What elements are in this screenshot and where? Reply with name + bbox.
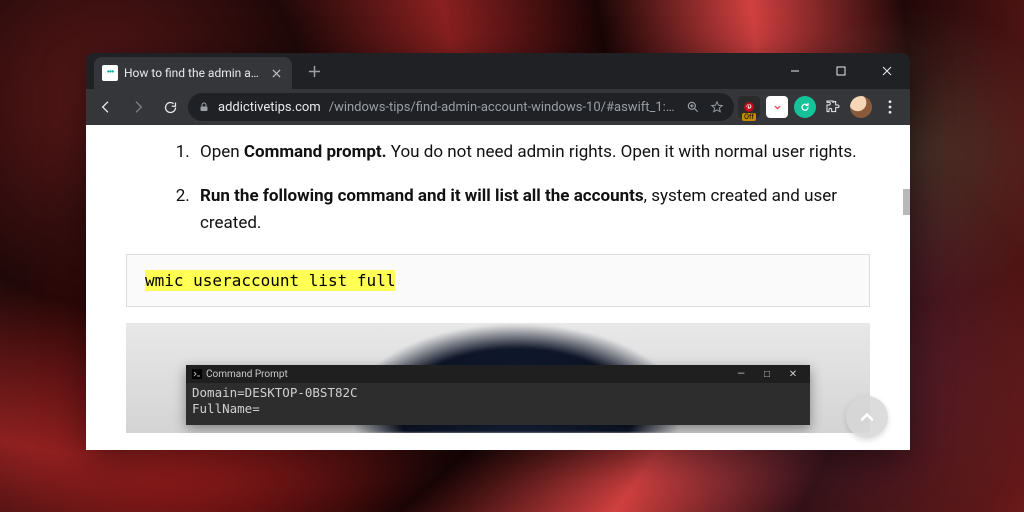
url-path: /windows-tips/find-admin-account-windows… <box>329 100 678 115</box>
maximize-button[interactable] <box>818 53 864 89</box>
page-content: Open Command prompt. You do not need adm… <box>86 125 910 450</box>
step-2-lead: Run the following command and it will li… <box>200 186 644 206</box>
active-tab[interactable]: ••• How to find the admin account o <box>94 57 292 89</box>
step-1-lead: Command prompt. <box>244 142 387 162</box>
cmd-maximize-icon: □ <box>756 369 778 380</box>
cmd-line-1: Domain=DESKTOP-0BST82C <box>192 385 804 401</box>
command-prompt-title: Command Prompt <box>206 369 288 380</box>
back-button[interactable] <box>92 93 120 121</box>
reload-button[interactable] <box>156 93 184 121</box>
close-window-button[interactable] <box>864 53 910 89</box>
chrome-window: ••• How to find the admin account o <box>86 53 910 450</box>
scroll-to-top-button[interactable] <box>846 396 888 438</box>
tab-strip: ••• How to find the admin account o <box>86 53 772 89</box>
command-prompt-titlebar: Command Prompt — □ ✕ <box>186 365 810 383</box>
favicon-icon: ••• <box>102 65 118 81</box>
step-1-prefix: Open <box>200 142 244 162</box>
titlebar: ••• How to find the admin account o <box>86 53 910 89</box>
command-prompt-icon <box>192 369 202 379</box>
chrome-menu-button[interactable] <box>878 100 902 114</box>
url-host: addictivetips.com <box>218 100 321 115</box>
profile-avatar[interactable] <box>850 96 872 118</box>
zoom-icon[interactable] <box>686 100 700 114</box>
code-block[interactable]: wmic useraccount list full <box>126 254 870 307</box>
cmd-minimize-icon: — <box>730 369 752 380</box>
extensions-menu-icon[interactable] <box>822 96 844 118</box>
address-bar[interactable]: addictivetips.com/windows-tips/find-admi… <box>188 93 734 121</box>
tab-title: How to find the admin account o <box>124 66 262 80</box>
cmd-line-2: FullName= <box>192 401 804 417</box>
close-tab-icon[interactable] <box>268 65 284 81</box>
scrollbar-thumb[interactable] <box>903 189 910 215</box>
screenshot-figure: Command Prompt — □ ✕ Domain=DESKTOP-0BST… <box>126 323 870 433</box>
step-1: Open Command prompt. You do not need adm… <box>194 139 862 165</box>
cmd-close-icon: ✕ <box>782 369 804 380</box>
scrollbar-track[interactable] <box>903 125 910 450</box>
article-body: Open Command prompt. You do not need adm… <box>86 125 910 236</box>
lock-icon <box>198 101 210 113</box>
bookmark-star-icon[interactable] <box>710 100 724 114</box>
extension-grammarly-icon[interactable] <box>794 96 816 118</box>
window-controls <box>772 53 910 89</box>
step-2: Run the following command and it will li… <box>194 183 862 236</box>
command-prompt-window: Command Prompt — □ ✕ Domain=DESKTOP-0BST… <box>186 365 810 425</box>
command-prompt-output: Domain=DESKTOP-0BST82C FullName= <box>186 383 810 418</box>
minimize-button[interactable] <box>772 53 818 89</box>
toolbar: addictivetips.com/windows-tips/find-admi… <box>86 89 910 125</box>
code-text: wmic useraccount list full <box>145 270 395 291</box>
step-1-rest: You do not need admin rights. Open it wi… <box>387 142 857 162</box>
extension-pinterest-icon[interactable] <box>738 96 760 118</box>
extension-pocket-icon[interactable] <box>766 96 788 118</box>
forward-button[interactable] <box>124 93 152 121</box>
extension-row <box>738 96 904 118</box>
new-tab-button[interactable] <box>300 57 328 85</box>
